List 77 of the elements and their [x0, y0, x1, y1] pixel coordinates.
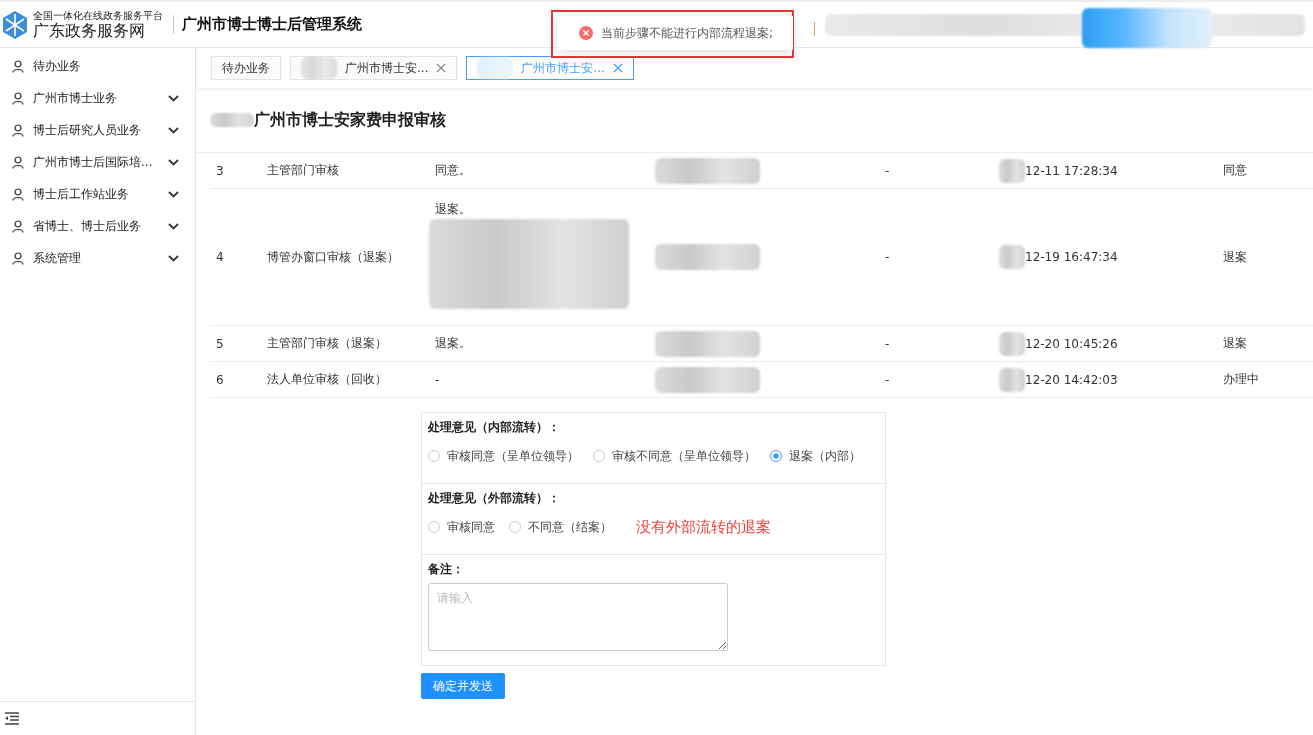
radio-option[interactable]: 不同意（结案）: [509, 518, 612, 536]
radio-circle[interactable]: [428, 521, 440, 533]
system-title: 广州市博士博士后管理系统: [173, 15, 362, 34]
redaction-block: [477, 57, 514, 79]
user-icon: [12, 251, 24, 265]
table-cell-text: -: [885, 336, 891, 351]
sidebar-item[interactable]: 省博士、博士后业务: [0, 210, 195, 242]
table-cell: -: [435, 372, 440, 387]
collapse-menu-icon[interactable]: [4, 712, 20, 725]
section-label: 处理意见（内部流转）：: [428, 419, 561, 436]
table-cell: 退案。: [435, 201, 471, 218]
radio-option[interactable]: 退案（内部）: [770, 447, 861, 465]
table-cell-text: -: [885, 250, 891, 264]
remark-field[interactable]: 请输入: [428, 583, 728, 651]
chevron-down-icon: [168, 190, 179, 198]
user-icon: [12, 219, 24, 233]
close-icon[interactable]: [612, 63, 623, 73]
chevron-down-icon: [168, 222, 179, 230]
sidebar-item[interactable]: 系统管理: [0, 242, 195, 274]
redaction-block: [999, 331, 1025, 356]
page-title: 广州市博士安家费申报审核: [254, 109, 446, 131]
table-cell-text: 6: [215, 372, 225, 387]
table-cell-text: 退案: [1223, 335, 1248, 352]
table-cell: 12-19 16:47:34: [1025, 250, 1118, 264]
chevron-down-icon: [168, 158, 179, 166]
toast-message: 当前步骤不能进行内部流程退案;: [601, 24, 774, 42]
table-cell-text: 法人单位审核（回收）: [267, 371, 388, 388]
table-cell-text: 3: [215, 163, 225, 178]
close-icon[interactable]: [436, 63, 447, 73]
table-cell-text: -: [885, 163, 891, 178]
table-cell-text: 4: [215, 250, 225, 264]
table-cell-text: 博管办窗口审核（退案）: [267, 248, 400, 266]
sidebar-item[interactable]: 博士后工作站业务: [0, 178, 195, 210]
table-cell: 12-20 10:45:26: [1025, 336, 1118, 351]
chevron-down-icon: [168, 254, 179, 262]
chevron-down-icon: [168, 126, 179, 134]
redaction-block: [999, 245, 1025, 269]
user-icon: [12, 155, 24, 169]
section-label: 处理意见（外部流转）：: [428, 490, 561, 507]
table-cell: 退案。: [435, 335, 471, 352]
redaction-block: [999, 367, 1025, 392]
user-icon: [12, 91, 24, 105]
table-cell-text: 同意: [1223, 162, 1248, 179]
table-cell: 同意。: [435, 162, 471, 179]
user-icon: [12, 123, 24, 137]
user-icon: [12, 187, 24, 201]
remark-label: 备注：: [428, 561, 465, 578]
table-cell-text: 主管部门审核（退案）: [267, 335, 388, 352]
radio-circle[interactable]: [593, 450, 605, 462]
radio-circle[interactable]: [770, 450, 782, 462]
table-cell-text: -: [885, 372, 891, 387]
table-cell: 12-20 14:42:03: [1025, 372, 1118, 387]
sidebar-item[interactable]: 广州市博士业务: [0, 82, 195, 114]
portal-name: 广东政务服务网: [33, 20, 146, 40]
table-cell-text: 主管部门审核: [267, 162, 340, 179]
table-cell-text: 办理中: [1223, 371, 1260, 388]
chevron-down-icon: [168, 94, 179, 102]
redaction-block: [999, 158, 1025, 183]
page-tab[interactable]: 待办业务: [211, 56, 281, 80]
radio-circle[interactable]: [428, 450, 440, 462]
redaction-block: [210, 113, 254, 127]
sidebar-item[interactable]: 待办业务: [0, 50, 195, 82]
radio-option[interactable]: 审核同意: [428, 518, 495, 536]
table-cell-text: 5: [215, 336, 225, 351]
user-icon: [12, 59, 24, 73]
annotation-note: 没有外部流转的退案: [636, 517, 771, 537]
table-cell: 12-11 17:28:34: [1025, 163, 1118, 178]
redaction-block: [301, 57, 337, 79]
table-cell-text: 退案: [1223, 248, 1248, 266]
radio-option[interactable]: 审核不同意（呈单位领导）: [593, 447, 756, 465]
error-icon: [579, 26, 593, 40]
sidebar-item[interactable]: 博士后研究人员业务: [0, 114, 195, 146]
portal-tagline: 全国一体化在线政务服务平台: [33, 9, 163, 21]
radio-circle[interactable]: [509, 521, 521, 533]
radio-option[interactable]: 审核同意（呈单位领导）: [428, 447, 579, 465]
page-tab[interactable]: 广州市博士安...: [290, 56, 458, 80]
sidebar-item[interactable]: 广州市博士后国际培...: [0, 146, 195, 178]
